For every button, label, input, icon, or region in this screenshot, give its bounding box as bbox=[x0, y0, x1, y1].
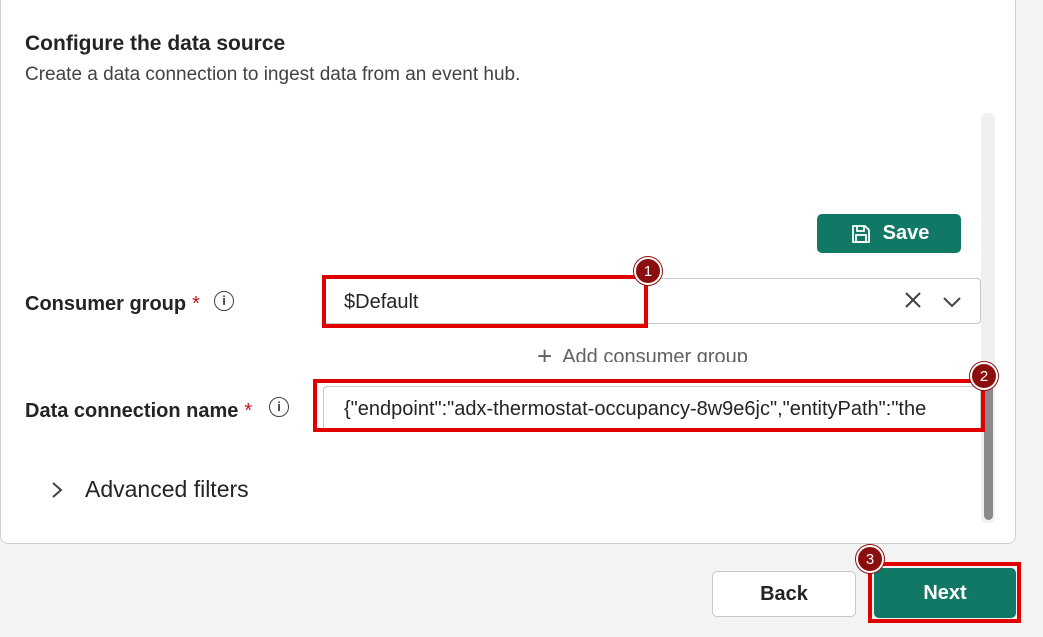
add-consumer-group-button[interactable]: + Add consumer group bbox=[537, 346, 748, 362]
configure-data-source-panel: Configure the data source Create a data … bbox=[0, 0, 1016, 544]
chevron-down-icon[interactable] bbox=[940, 291, 964, 313]
required-marker: * bbox=[192, 293, 200, 315]
data-connection-name-label: Data connection name * bbox=[25, 400, 252, 423]
step-marker-1: 1 bbox=[634, 257, 662, 285]
info-icon[interactable]: i bbox=[214, 291, 234, 311]
highlight-box-consumer-group bbox=[322, 275, 648, 328]
add-icon: + bbox=[537, 346, 553, 362]
step-marker-3: 3 bbox=[856, 545, 884, 573]
step-marker-2: 2 bbox=[970, 362, 998, 390]
consumer-group-label: Consumer group * bbox=[25, 293, 200, 316]
chevron-right-icon bbox=[52, 481, 63, 498]
add-consumer-group-label: Add consumer group bbox=[562, 346, 748, 362]
save-button-label: Save bbox=[882, 222, 930, 244]
save-button[interactable]: Save bbox=[817, 214, 961, 253]
info-icon[interactable]: i bbox=[269, 397, 289, 417]
page-subtitle: Create a data connection to ingest data … bbox=[25, 64, 521, 85]
consumer-group-label-text: Consumer group bbox=[25, 293, 187, 315]
required-marker: * bbox=[244, 400, 253, 422]
data-connection-name-label-text: Data connection name bbox=[25, 400, 239, 422]
advanced-filters-toggle[interactable]: Advanced filters bbox=[49, 476, 249, 503]
highlight-box-data-connection bbox=[313, 379, 985, 432]
clear-icon[interactable] bbox=[902, 289, 924, 311]
save-icon bbox=[851, 224, 870, 243]
advanced-filters-label: Advanced filters bbox=[85, 476, 249, 502]
scrollbar-thumb[interactable] bbox=[984, 380, 993, 520]
highlight-box-next bbox=[868, 562, 1021, 623]
page-title: Configure the data source bbox=[25, 32, 286, 55]
back-button[interactable]: Back bbox=[712, 571, 856, 617]
